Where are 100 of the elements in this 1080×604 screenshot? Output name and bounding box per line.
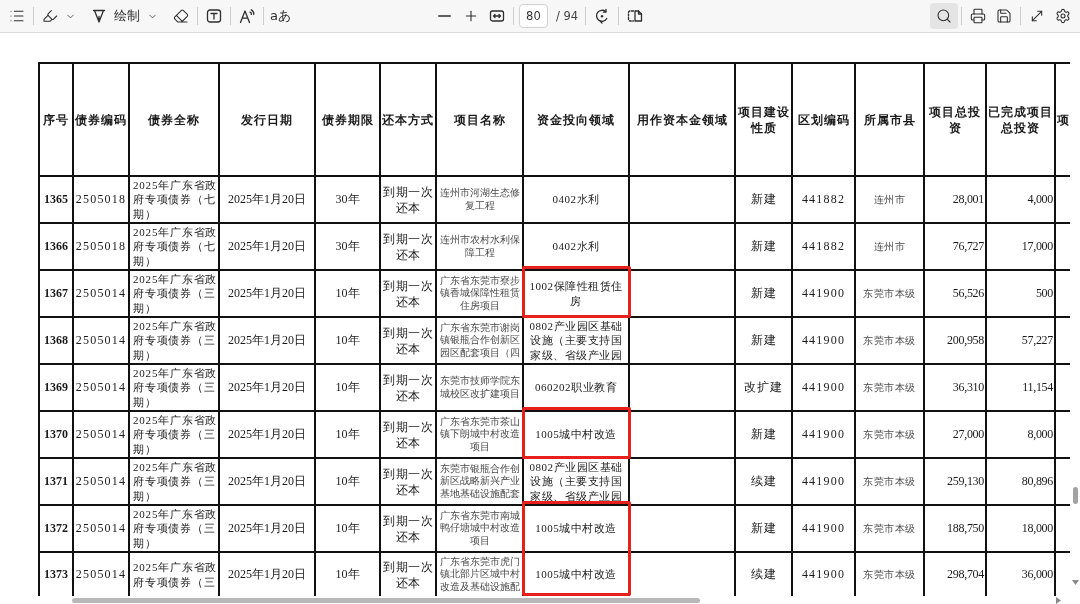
- table-cell: 441900: [793, 365, 856, 412]
- eraser-icon: [173, 8, 189, 24]
- table-cell: 0802产业园区基础设施（主要支持国家级、省级产业园: [524, 318, 630, 365]
- table-cell: 到期一次还本: [381, 177, 437, 224]
- column-header: 债券编码: [74, 64, 130, 177]
- table-cell: 17,000: [987, 224, 1056, 271]
- table-cell: 2025年1月20日: [220, 412, 316, 459]
- table-cell: 1367: [40, 271, 74, 318]
- table-cell: 2025年广东省政府专项债券（三期）: [130, 271, 220, 318]
- table-cell: 10年: [316, 412, 381, 459]
- table-cell: 改扩建: [736, 365, 793, 412]
- table-cell: 0402水利: [524, 224, 630, 271]
- table-cell: 连州市: [856, 224, 925, 271]
- text-box-icon: [206, 8, 222, 24]
- two-pages-icon: [627, 8, 644, 24]
- scrollbar-thumb[interactable]: [1072, 487, 1078, 504]
- table-cell: 新建: [736, 224, 793, 271]
- table-cell: 188,750: [925, 506, 987, 553]
- table-cell: 56,526: [925, 271, 987, 318]
- column-header: 项目名称: [437, 64, 524, 177]
- fit-width-icon: [488, 8, 505, 24]
- table-cell: 2025年广东省政府专项债券（三期）: [130, 318, 220, 365]
- table-cell: 441900: [793, 412, 856, 459]
- table-cell: 到期一次还本: [381, 318, 437, 365]
- column-header: 已完成项目总投资: [987, 64, 1056, 177]
- column-header: 项目建设性质: [736, 64, 793, 177]
- table-cell: 到期一次还本: [381, 365, 437, 412]
- table-cell: 新建: [736, 506, 793, 553]
- table-cell: 80,896: [987, 459, 1056, 506]
- table-cell: 0802产业园区基础设施（主要支持国家级、省级产业园: [524, 459, 630, 506]
- table-cell: 30年: [316, 224, 381, 271]
- table-cell: 1366: [40, 224, 74, 271]
- table-cell: 连州市农村水利保障工程: [437, 224, 524, 271]
- table-cell: 连州市: [856, 177, 925, 224]
- table-cell: 28,001: [925, 177, 987, 224]
- table-cell: 10年: [316, 365, 381, 412]
- table-cell: 441900: [793, 459, 856, 506]
- table-cell: 到期一次还本: [381, 506, 437, 553]
- table-cell: 441900: [793, 506, 856, 553]
- table-cell: 新建: [736, 412, 793, 459]
- table-cell: 500: [987, 271, 1056, 318]
- table-cell: 10年: [316, 318, 381, 365]
- table-cell: 广东省东莞市南城鸭仔塘城中村改造项目: [437, 506, 524, 553]
- minus-icon: [438, 15, 452, 17]
- table-cell: 东莞市技师学院东城校区改扩建项目: [437, 365, 524, 412]
- table-cell: 2505018: [74, 224, 130, 271]
- table-cell: 到期一次还本: [381, 459, 437, 506]
- column-header: 序号: [40, 64, 74, 177]
- table-cell: 新建: [736, 177, 793, 224]
- column-header: 债券期限: [316, 64, 381, 177]
- text-options-button[interactable]: aあ: [267, 3, 294, 29]
- table-cell: 东莞市本级: [856, 365, 925, 412]
- table-cell: 2505014: [74, 271, 130, 318]
- table-cell: 10年: [316, 271, 381, 318]
- table-cell: 1369: [40, 365, 74, 412]
- table-cell: 2025年广东省政府专项债券（七期）: [130, 177, 220, 224]
- diagonal-arrow-icon: [1029, 8, 1045, 24]
- table-cell: 广东省东莞市茶山镇下朗城中村改造项目: [437, 412, 524, 459]
- page-number-field[interactable]: 80: [518, 4, 548, 28]
- draw-button[interactable]: 绘制: [86, 3, 162, 29]
- table-cell: 1372: [40, 506, 74, 553]
- table-cell: 10年: [316, 506, 381, 553]
- down-triangle-icon[interactable]: [1071, 580, 1079, 585]
- table-cell: 200,958: [925, 318, 987, 365]
- right-triangle-icon[interactable]: [1056, 596, 1061, 604]
- table-cell: 1370: [40, 412, 74, 459]
- table-cell: 57,227: [987, 318, 1056, 365]
- table-cell: 2025年1月20日: [220, 506, 316, 553]
- table-cell: 76,727: [925, 224, 987, 271]
- column-header: 发行日期: [220, 64, 316, 177]
- table-cell: 2025年广东省政府专项债券（三期）: [130, 365, 220, 412]
- table-cell: 4,000: [987, 177, 1056, 224]
- scrollbar-thumb[interactable]: [72, 597, 700, 603]
- table-cell: 东莞市本级: [856, 506, 925, 553]
- table-cell: 连州市河湖生态修复工程: [437, 177, 524, 224]
- table-cell: 441900: [793, 318, 856, 365]
- table-cell: 到期一次还本: [381, 271, 437, 318]
- table-cell: 2025年1月20日: [220, 271, 316, 318]
- table-cell: 36,310: [925, 365, 987, 412]
- table-cell: 060202职业教育: [524, 365, 630, 412]
- table-cell: 续建: [736, 459, 793, 506]
- table-cell: 广东省东莞市寮步镇香城保障性租赁住房项目: [437, 271, 524, 318]
- table-cell: 2505014: [74, 506, 130, 553]
- table-cell: 2025年广东省政府专项债券（三期）: [130, 412, 220, 459]
- column-header: 资金投向领域: [524, 64, 630, 177]
- table-cell: 东莞市银瓶合作创新区战略新兴产业基地基础设施配套: [437, 459, 524, 506]
- column-header: 所属市县: [856, 64, 925, 177]
- search-button[interactable]: [930, 3, 958, 29]
- column-header: 区划编码: [793, 64, 856, 177]
- page-count: / 94: [555, 9, 579, 23]
- column-header: 项目总投资: [925, 64, 987, 177]
- table-cell: 1005城中村改造: [524, 412, 630, 459]
- table-cell: 东莞市本级: [856, 412, 925, 459]
- letter-waves-icon: [239, 8, 255, 24]
- table-cell: 2025年广东省政府专项债券（七期）: [130, 224, 220, 271]
- table-cell: 2025年1月20日: [220, 318, 316, 365]
- table-cell: 2025年广东省政府专项债券（三期）: [130, 506, 220, 553]
- table-cell: 18,000: [987, 506, 1056, 553]
- table-cell: 2025年1月20日: [220, 224, 316, 271]
- column-header: 债券全称: [130, 64, 220, 177]
